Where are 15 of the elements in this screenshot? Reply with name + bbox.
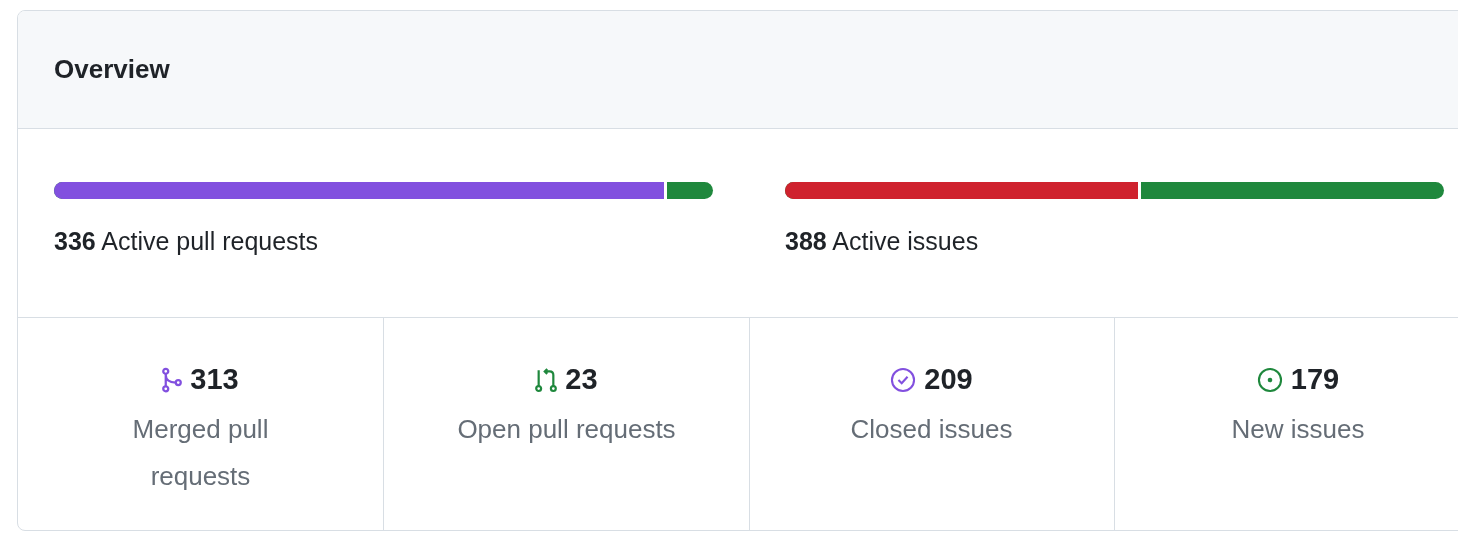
pull-request-icon	[535, 366, 558, 393]
stat-count: 209	[924, 363, 973, 396]
progress-label: 388 Active issues	[785, 227, 980, 256]
check-circle-icon	[890, 366, 917, 393]
stat-count: 313	[190, 363, 239, 396]
stat-label: Merged pull requests	[131, 413, 270, 493]
stat-label: Closed issues	[850, 413, 1013, 446]
stat-label: Open pull requests	[457, 413, 676, 446]
card-title: Overview	[54, 54, 170, 85]
issue-icon	[1256, 366, 1283, 393]
progress-label: 336 Active pull requests	[54, 227, 320, 256]
merge-icon	[162, 366, 183, 393]
stat-count: 23	[565, 363, 598, 396]
stat-count: 179	[1290, 363, 1340, 396]
stat-label: New issues	[1231, 413, 1365, 446]
